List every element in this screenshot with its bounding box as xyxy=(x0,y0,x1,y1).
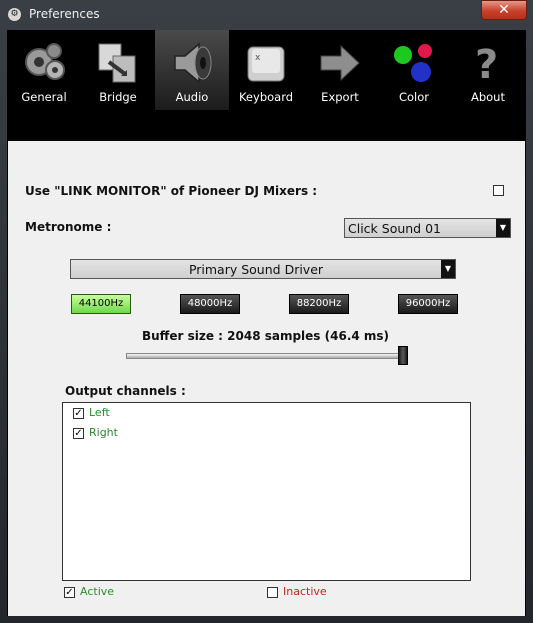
tab-export[interactable]: Export xyxy=(303,30,377,110)
close-button[interactable]: ✕ xyxy=(481,0,527,20)
tab-about-label: About xyxy=(470,90,505,104)
tab-color[interactable]: Color xyxy=(377,30,451,110)
app-icon: ⚙ xyxy=(8,8,21,21)
channel-item-right[interactable]: ✓ Right xyxy=(73,426,118,439)
speaker-icon xyxy=(174,42,212,84)
chevron-down-icon: ▼ xyxy=(496,219,510,237)
tab-export-label: Export xyxy=(321,90,359,104)
gears-icon xyxy=(25,43,65,80)
channel-right-label: Right xyxy=(89,426,118,439)
preferences-toolbar: General Bridge Audio x Keyboard Export C… xyxy=(7,30,526,142)
tab-keyboard[interactable]: x Keyboard xyxy=(229,30,303,110)
buffer-size-label: Buffer size : 2048 samples (46.4 ms) xyxy=(141,329,390,343)
legend-active-checkbox: ✓ xyxy=(64,586,75,598)
rate-button-48000[interactable]: 48000Hz xyxy=(180,294,240,314)
tab-general-label: General xyxy=(21,90,67,104)
tab-keyboard-label: Keyboard xyxy=(238,90,294,104)
metronome-value: Click Sound 01 xyxy=(348,221,441,236)
output-channels-label: Output channels : xyxy=(65,384,186,398)
channel-item-left[interactable]: ✓ Left xyxy=(73,406,110,419)
bridge-icon xyxy=(98,43,136,83)
driver-dropdown[interactable]: Primary Sound Driver ▼ xyxy=(70,259,456,279)
rate-button-88200[interactable]: 88200Hz xyxy=(289,294,349,314)
driver-value: Primary Sound Driver xyxy=(188,262,324,277)
tab-audio[interactable]: Audio xyxy=(155,30,229,110)
link-monitor-checkbox[interactable] xyxy=(493,185,504,196)
tab-color-label: Color xyxy=(398,90,430,104)
legend-inactive: Inactive xyxy=(267,585,327,598)
title-bar[interactable]: ⚙ Preferences ✕ xyxy=(0,0,533,30)
tab-general[interactable]: General xyxy=(7,30,81,110)
chevron-down-icon: ▼ xyxy=(441,260,455,278)
svg-text:x: x xyxy=(255,53,261,63)
preferences-window: ⚙ Preferences ✕ General Bridge Audio x K… xyxy=(0,0,533,623)
buffer-slider-thumb[interactable] xyxy=(398,346,408,365)
tab-audio-label: Audio xyxy=(175,90,209,104)
metronome-dropdown[interactable]: Click Sound 01 ▼ xyxy=(344,218,511,238)
channel-right-checkbox[interactable]: ✓ xyxy=(73,427,84,439)
channel-left-label: Left xyxy=(89,406,110,419)
color-balls-icon xyxy=(394,44,432,82)
tab-bridge[interactable]: Bridge xyxy=(81,30,155,110)
legend-active: ✓ Active xyxy=(64,585,114,598)
legend-inactive-checkbox xyxy=(267,586,278,598)
legend-active-label: Active xyxy=(80,585,115,598)
rate-button-96000[interactable]: 96000Hz xyxy=(398,294,458,314)
output-channels-list: ✓ Left ✓ Right xyxy=(62,402,471,581)
tab-bridge-label: Bridge xyxy=(99,90,137,104)
buffer-slider-track[interactable] xyxy=(126,353,407,359)
question-mark-icon: ? xyxy=(475,42,498,86)
rate-button-44100[interactable]: 44100Hz xyxy=(71,294,131,314)
svg-text:?: ? xyxy=(475,42,498,86)
legend-inactive-label: Inactive xyxy=(283,585,327,598)
tab-about[interactable]: ? About xyxy=(451,30,525,110)
link-monitor-label: Use "LINK MONITOR" of Pioneer DJ Mixers … xyxy=(25,184,318,198)
key-icon: x xyxy=(247,46,285,82)
window-title: Preferences xyxy=(29,7,100,21)
channel-left-checkbox[interactable]: ✓ xyxy=(73,407,84,419)
arrow-right-icon xyxy=(320,44,360,82)
metronome-label: Metronome : xyxy=(25,220,112,234)
